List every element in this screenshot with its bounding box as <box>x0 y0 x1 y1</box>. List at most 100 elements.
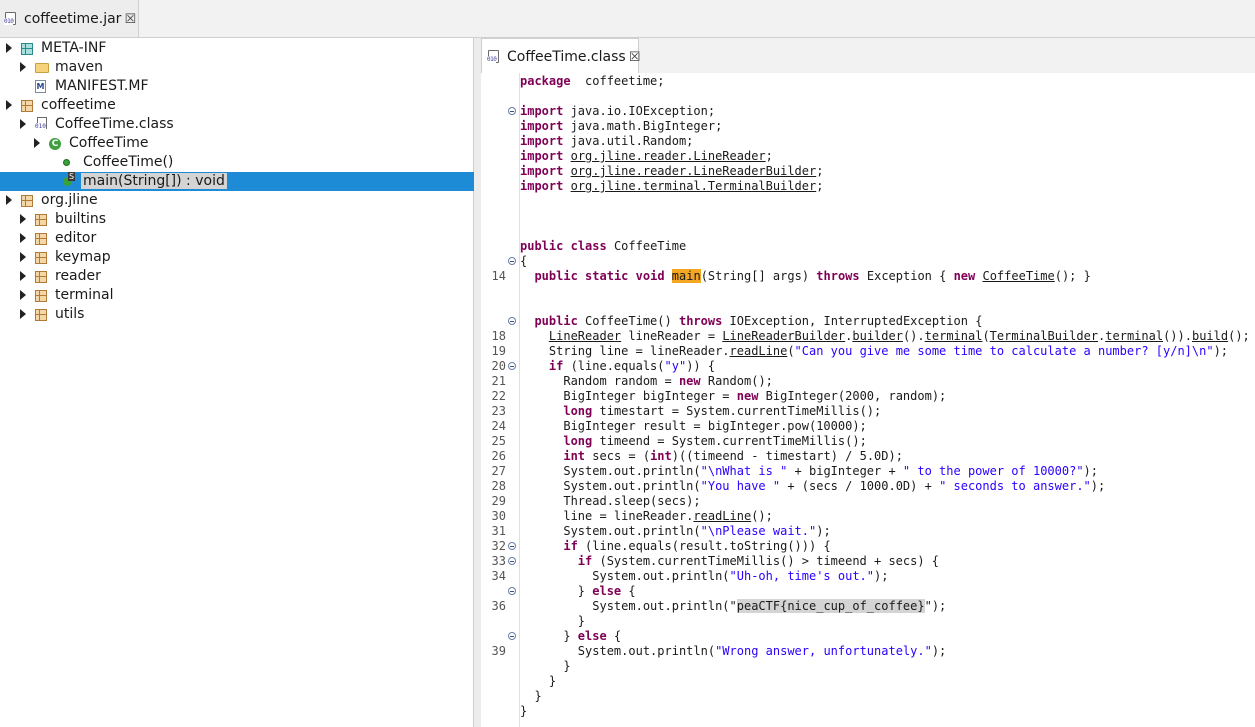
code-line: } <box>520 704 528 718</box>
class-icon: C <box>49 138 61 150</box>
line-number: 39 <box>491 644 506 658</box>
line-number: 18 <box>491 329 506 343</box>
tree-item[interactable]: terminal <box>0 286 474 305</box>
chevron-right-icon[interactable] <box>20 271 26 281</box>
fold-toggle-icon[interactable] <box>508 317 516 325</box>
code-line: Random random = new Random(); <box>520 374 773 388</box>
code-line: if (System.currentTimeMillis() > timeend… <box>577 554 940 568</box>
code-line: line = lineReader.readLine(); <box>520 509 773 523</box>
code-line: import org.jline.reader.LineReader; <box>520 149 773 163</box>
line-number-gutter: 14 18 19 20 21 22 23 24 25 26 27 28 29 30 31 32 33 34 36 39 <box>481 73 520 727</box>
tree-item[interactable]: Smain(String[]) : void <box>0 172 474 191</box>
line-number: 20 <box>491 359 506 373</box>
constructor-icon <box>63 159 70 166</box>
jar-tree: META-INF maven M MANIFEST.MF coffeetime 010 Co… <box>0 38 474 727</box>
code-line: if (line.equals("y")) { <box>548 359 716 373</box>
code-line: System.out.println("\nPlease wait."); <box>520 524 831 538</box>
code-line: { <box>520 254 528 268</box>
line-number: 22 <box>491 389 506 403</box>
tree-item-label: reader <box>55 268 101 284</box>
class-file-icon: 010 <box>487 50 501 64</box>
line-number: 24 <box>491 419 506 433</box>
chevron-right-icon[interactable] <box>34 138 40 148</box>
close-icon[interactable]: ☒ <box>629 50 641 65</box>
code-line: import org.jline.terminal.TerminalBuilde… <box>520 179 824 193</box>
fold-toggle-icon[interactable] <box>508 362 516 370</box>
jar-tab[interactable]: 010 coffeetime.jar ☒ <box>4 11 136 27</box>
code-line: System.out.println("peaCTF{nice_cup_of_c… <box>520 599 947 613</box>
tree-item-label: coffeetime <box>41 97 116 113</box>
tree-item[interactable]: keymap <box>0 248 474 267</box>
tree-item-label: terminal <box>55 287 114 303</box>
code-line: } <box>520 659 571 673</box>
code-line: System.out.println("Uh-oh, time's out.")… <box>520 569 889 583</box>
tree-item-label: MANIFEST.MF <box>55 78 149 94</box>
code-line: } <box>520 614 586 628</box>
editor-tab[interactable]: 010 CoffeeTime.class ☒ <box>481 38 641 74</box>
code-line: import java.util.Random; <box>520 134 694 148</box>
chevron-right-icon[interactable] <box>6 43 12 53</box>
tree-item[interactable]: reader <box>0 267 474 286</box>
tree-item[interactable]: editor <box>0 229 474 248</box>
line-number: 19 <box>491 344 506 358</box>
jar-file-icon: 010 <box>4 12 18 26</box>
tree-item-label: builtins <box>55 211 107 227</box>
chevron-right-icon[interactable] <box>20 119 26 129</box>
code-line: } else { <box>520 584 636 598</box>
tree-item[interactable]: org.jline <box>0 191 474 210</box>
code-line: int secs = (int)((timeend - timestart) /… <box>563 449 903 463</box>
chevron-right-icon[interactable] <box>6 195 12 205</box>
tree-item[interactable]: utils <box>0 305 474 324</box>
line-number: 28 <box>491 479 506 493</box>
tree-item[interactable]: M MANIFEST.MF <box>0 77 474 96</box>
line-number: 32 <box>491 539 506 553</box>
chevron-right-icon[interactable] <box>20 214 26 224</box>
tree-item[interactable]: coffeetime <box>0 96 474 115</box>
line-number: 33 <box>491 554 506 568</box>
code-line: package coffeetime; <box>520 74 665 88</box>
chevron-right-icon[interactable] <box>20 62 26 72</box>
fold-toggle-icon[interactable] <box>508 257 516 265</box>
fold-toggle-icon[interactable] <box>508 587 516 595</box>
code-line: Thread.sleep(secs); <box>520 494 701 508</box>
chevron-right-icon[interactable] <box>20 252 26 262</box>
tree-item[interactable]: builtins <box>0 210 474 229</box>
tree-item[interactable]: CoffeeTime() <box>0 153 474 172</box>
close-icon[interactable]: ☒ <box>124 12 136 27</box>
folder-icon <box>35 63 49 73</box>
class-file-icon: 010 <box>35 117 50 132</box>
panel-splitter[interactable] <box>474 38 481 727</box>
fold-toggle-icon[interactable] <box>508 542 516 550</box>
tree-item-label: CoffeeTime() <box>83 154 174 170</box>
code-line: import org.jline.reader.LineReaderBuilde… <box>520 164 824 178</box>
line-number: 26 <box>491 449 506 463</box>
package-icon <box>21 43 33 55</box>
chevron-right-icon[interactable] <box>20 309 26 319</box>
line-number: 25 <box>491 434 506 448</box>
tree-item[interactable]: maven <box>0 58 474 77</box>
tree-item[interactable]: META-INF <box>0 39 474 58</box>
tree-item[interactable]: C CoffeeTime <box>0 134 474 153</box>
manifest-file-icon: M <box>35 80 46 93</box>
line-number: 23 <box>491 404 506 418</box>
fold-toggle-icon[interactable] <box>508 557 516 565</box>
package-icon <box>35 233 47 245</box>
code-line: import java.math.BigInteger; <box>520 119 723 133</box>
fold-toggle-icon[interactable] <box>508 632 516 640</box>
code-line: System.out.println("\nWhat is " + bigInt… <box>520 464 1098 478</box>
package-icon <box>35 252 47 264</box>
code-line: LineReader lineReader = LineReaderBuilde… <box>548 329 1250 343</box>
code-editor[interactable]: 14 18 19 20 21 22 23 24 25 26 27 28 29 30 31 32 33 34 36 39… <box>481 73 1255 727</box>
code-line: String line = lineReader.readLine("Can y… <box>520 344 1229 358</box>
package-icon <box>21 100 33 112</box>
chevron-right-icon[interactable] <box>20 233 26 243</box>
jar-tab-label: coffeetime.jar <box>24 11 122 27</box>
code-line: System.out.println("Wrong answer, unfort… <box>520 644 947 658</box>
chevron-right-icon[interactable] <box>6 100 12 110</box>
code-line: BigInteger bigInteger = new BigInteger(2… <box>520 389 947 403</box>
fold-toggle-icon[interactable] <box>508 107 516 115</box>
chevron-right-icon[interactable] <box>20 290 26 300</box>
code-line: } <box>520 689 542 703</box>
tree-item[interactable]: 010 CoffeeTime.class <box>0 115 474 134</box>
code-line: if (line.equals(result.toString())) { <box>563 539 831 553</box>
